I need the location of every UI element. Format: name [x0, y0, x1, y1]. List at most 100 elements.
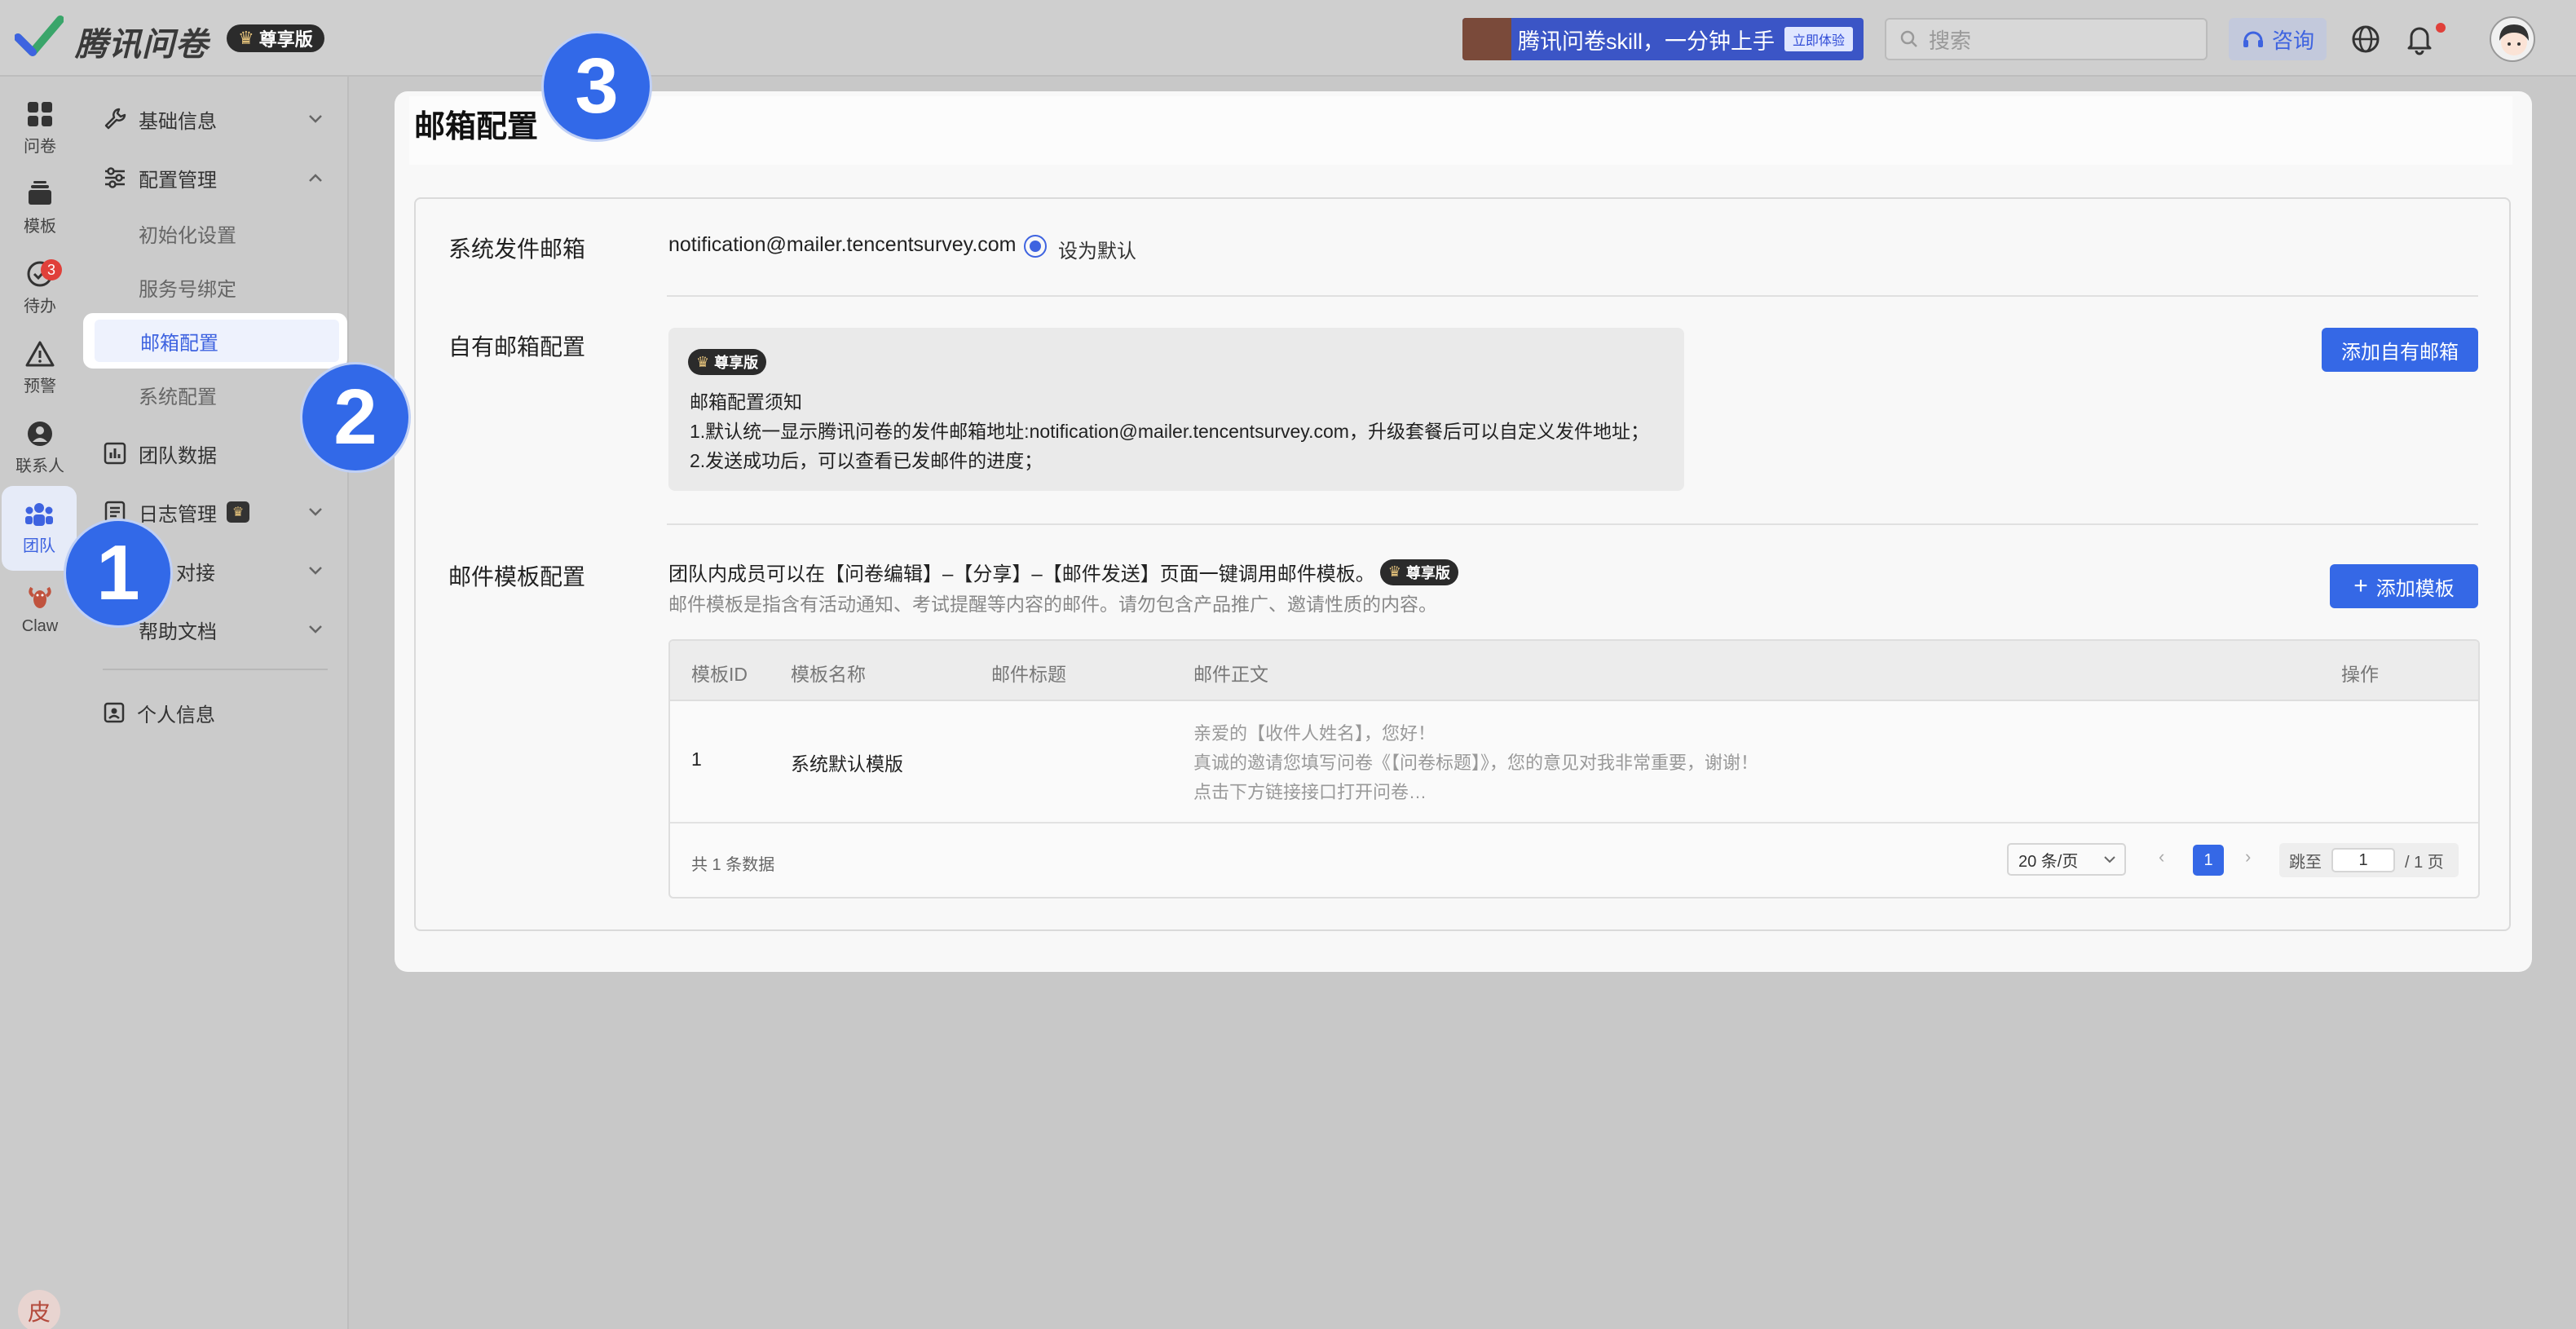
notification-bell-icon[interactable] — [2402, 21, 2437, 57]
rail-item-surveys[interactable]: 问卷 — [0, 91, 80, 165]
jump-input[interactable]: 1 — [2331, 848, 2395, 872]
crown-icon: ♛ — [1387, 563, 1401, 580]
menu-profile[interactable]: 个人信息 — [103, 690, 331, 735]
notice-title: 邮箱配置须知 — [690, 391, 802, 413]
notice-line-2: 2.发送成功后，可以查看已发邮件的进度； — [690, 450, 1043, 471]
search-input[interactable]: 搜索 — [1885, 18, 2208, 60]
tpl-description-text: 团队内成员可以在【问卷编辑】–【分享】–【邮件发送】页面一键调用邮件模板。 — [668, 563, 1375, 585]
rail-label: Claw — [21, 616, 59, 635]
add-template-label: 添加模板 — [2375, 577, 2455, 600]
banner-try-button[interactable]: 立即体验 — [1784, 27, 1854, 51]
rail-item-todo[interactable]: 待办 3 — [0, 251, 80, 325]
rail-label: 预警 — [24, 377, 56, 395]
cell-body-line-2: 真诚的邀请您填写问卷《【问卷标题】》，您的意见对我非常重要，谢谢！ — [1193, 753, 1759, 773]
table-header: 模板ID 模板名称 邮件标题 邮件正文 操作 — [670, 641, 2478, 701]
menu-basic-info[interactable]: 基础信息 — [103, 96, 331, 142]
rail-item-alerts[interactable]: 预警 — [0, 331, 80, 404]
chevron-up-icon — [309, 174, 322, 182]
menu-label: 帮助文档 — [139, 620, 217, 643]
menu-label: 日志管理 — [139, 503, 217, 526]
todo-count-badge: 3 — [41, 259, 62, 280]
headset-icon — [2243, 31, 2263, 47]
table-footer-divider — [670, 822, 2478, 823]
edition-label: 尊享版 — [258, 29, 313, 50]
page-header — [409, 96, 2512, 165]
cell-body-line-1: 亲爱的【收件人姓名】，您好！ — [1193, 723, 1436, 744]
menu-label: 配置管理 — [139, 169, 217, 192]
default-radio[interactable] — [1024, 235, 1047, 258]
section-divider — [667, 523, 2478, 525]
default-radio-label[interactable]: 设为默认 — [1058, 235, 1136, 263]
tpl-description: 团队内成员可以在【问卷编辑】–【分享】–【邮件发送】页面一键调用邮件模板。 ♛ 尊… — [668, 558, 1458, 586]
consult-button[interactable]: 咨询 — [2229, 18, 2327, 60]
own-mail-label: 自有邮箱配置 — [448, 334, 586, 360]
page-size-select[interactable]: 20 条/页 — [2007, 843, 2126, 876]
user-avatar[interactable] — [2490, 16, 2535, 62]
page-jump: 跳至 1 / 1 页 — [2279, 843, 2459, 877]
cell-name: 系统默认模版 — [791, 753, 903, 775]
page-size-value: 20 条/页 — [2018, 852, 2079, 871]
crown-icon: ♛ — [238, 28, 254, 48]
search-icon — [1900, 30, 1917, 47]
sys-sender-email: notification@mailer.tencentsurvey.com — [668, 233, 1017, 256]
jump-label: 跳至 — [2289, 853, 2322, 872]
rail-label: 待办 — [24, 297, 56, 316]
prev-page-icon[interactable]: ‹ — [2159, 846, 2164, 868]
tpl-edition-badge: ♛ 尊享版 — [1379, 559, 1458, 585]
submenu-service-binding[interactable]: 服务号绑定 — [139, 264, 334, 310]
rail-item-contacts[interactable]: 联系人 — [0, 411, 80, 484]
submenu-email-config[interactable]: 邮箱配置 — [95, 320, 339, 362]
rail-label: 模板 — [24, 217, 56, 236]
rail-item-templates[interactable]: 模板 — [0, 171, 80, 245]
wrench-icon — [104, 108, 126, 130]
lobster-icon — [29, 586, 51, 608]
consult-label: 咨询 — [2271, 28, 2314, 53]
template-icon — [29, 180, 51, 205]
col-header-body: 邮件正文 — [1193, 664, 1268, 685]
notice-edition-badge: ♛ 尊享版 — [688, 349, 767, 375]
language-icon[interactable] — [2348, 21, 2384, 57]
left-rail: 问卷 模板 待办 3 预警 联系人 团队 Claw 皮 ☰ — [0, 77, 80, 1329]
total-count: 共 1 条数据 — [691, 856, 775, 874]
app-name[interactable]: 腾讯问卷 — [75, 18, 209, 65]
cell-id: 1 — [691, 748, 702, 770]
sys-sender-label: 系统发件邮箱 — [448, 236, 586, 262]
add-template-button[interactable]: + 添加模板 — [2330, 564, 2478, 608]
menu-divider — [103, 669, 328, 670]
page-title: 邮箱配置 — [414, 110, 539, 144]
col-header-actions: 操作 — [2341, 664, 2379, 685]
rail-label: 联系人 — [15, 457, 64, 475]
submenu-init-settings[interactable]: 初始化设置 — [139, 210, 334, 256]
warning-icon — [25, 341, 55, 366]
template-table: 模板ID 模板名称 邮件标题 邮件正文 操作 1 系统默认模版 亲爱的【收件人姓… — [668, 639, 2480, 899]
next-page-icon[interactable]: › — [2245, 846, 2251, 868]
current-page-button[interactable]: 1 — [2193, 845, 2224, 876]
mascot-image — [1462, 18, 1511, 60]
menu-team-data[interactable]: 团队数据 — [103, 430, 331, 476]
menu-config-management[interactable]: 配置管理 — [103, 155, 331, 201]
edition-badge[interactable]: ♛ 尊享版 — [227, 24, 324, 52]
chevron-down-icon — [309, 508, 322, 516]
add-own-mail-button[interactable]: 添加自有邮箱 — [2322, 328, 2478, 372]
rail-label: 团队 — [23, 536, 55, 555]
top-bar: 腾讯问卷 ♛ 尊享版 腾讯问卷skill，一分钟上手 立即体验 搜索 咨询 — [0, 0, 2576, 77]
chevron-down-icon — [309, 625, 322, 634]
step-marker-2: 2 — [300, 362, 411, 473]
chevron-down-icon — [309, 115, 322, 123]
col-header-subject: 邮件标题 — [991, 664, 1066, 685]
rail-label: 问卷 — [24, 137, 56, 156]
chevron-down-icon — [2104, 856, 2115, 863]
user-initial-avatar[interactable]: 皮 — [18, 1290, 60, 1329]
notification-dot — [2436, 23, 2446, 33]
chevron-down-icon — [309, 567, 322, 575]
section-divider — [667, 295, 2478, 297]
promo-banner[interactable]: 腾讯问卷skill，一分钟上手 立即体验 — [1462, 18, 1864, 60]
col-header-name: 模板名称 — [791, 664, 866, 685]
notice-line-1: 1.默认统一显示腾讯问卷的发件邮箱地址:notification@mailer.… — [690, 421, 1649, 442]
profile-card-icon — [104, 702, 125, 723]
step-marker-1: 1 — [64, 519, 173, 628]
plus-icon: + — [2353, 572, 2368, 599]
notice-badge-label: 尊享版 — [714, 355, 759, 371]
tpl-hint: 邮件模板是指含有活动通知、考试提醒等内容的邮件。请勿包含产品推广、邀请性质的内容… — [668, 594, 1437, 615]
col-header-id: 模板ID — [691, 664, 748, 685]
